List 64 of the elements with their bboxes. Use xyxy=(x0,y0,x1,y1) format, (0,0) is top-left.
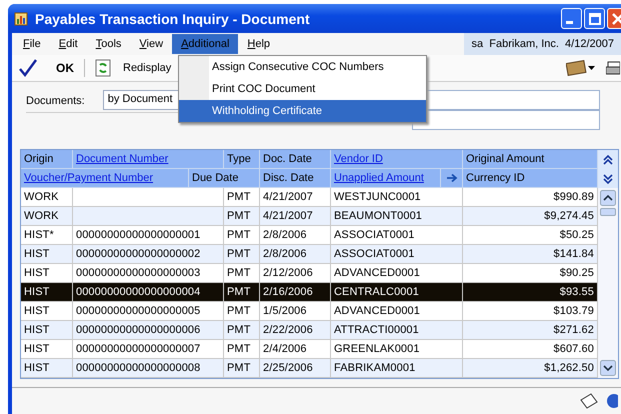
table-row[interactable]: HIST 00000000000000000006 PMT 2/22/2006 ATTRACTI00001 $271.62 xyxy=(21,321,598,340)
table-cell: 2/16/2006 xyxy=(260,283,331,302)
scrollbar[interactable] xyxy=(598,188,618,378)
printer-icon[interactable] xyxy=(604,59,621,77)
table-cell: FABRIKAM0001 xyxy=(331,359,463,378)
expand-icon[interactable] xyxy=(598,169,618,188)
table-cell: ASSOCIAT0001 xyxy=(331,245,463,264)
scroll-up-icon[interactable] xyxy=(600,190,616,206)
table-row[interactable]: HIST 00000000000000000008 PMT 2/25/2006 FABRIKAM0001 $1,262.50 xyxy=(21,359,598,378)
table-cell: HIST xyxy=(21,283,73,302)
scroll-down-icon[interactable] xyxy=(600,360,616,376)
table-cell: WORK xyxy=(21,207,73,226)
app-icon xyxy=(14,10,30,26)
arrow-icon[interactable] xyxy=(446,173,458,183)
documents-label: Documents: xyxy=(26,94,85,107)
table-cell: 00000000000000000006 xyxy=(73,321,224,340)
table-row[interactable]: HIST 00000000000000000004 PMT 2/16/2006 CENTRALC0001 $93.55 xyxy=(21,283,598,302)
help-icon[interactable] xyxy=(604,393,618,409)
table-row[interactable]: HIST 00000000000000000002 PMT 2/8/2006 ASSOCIAT0001 $141.84 xyxy=(21,245,598,264)
table-cell: CENTRALC0001 xyxy=(331,283,463,302)
menu-item[interactable]: Additional xyxy=(172,34,238,54)
table-cell: HIST xyxy=(21,321,73,340)
window-title: Payables Transaction Inquiry - Document xyxy=(35,10,311,26)
column-header[interactable]: Unapplied Amount xyxy=(331,169,441,188)
table-row[interactable]: WORK PMT 4/21/2007 BEAUMONT0001 $9,274.45 xyxy=(21,207,598,226)
close-icon xyxy=(612,12,621,24)
minimize-button[interactable] xyxy=(561,8,582,29)
menu-option[interactable]: Withholding Certificate xyxy=(179,100,426,122)
table-cell: PMT xyxy=(224,321,260,340)
maximize-icon xyxy=(588,12,600,24)
table-cell: 2/25/2006 xyxy=(260,359,331,378)
user-info: sa Fabrikam, Inc. 4/12/2007 xyxy=(464,33,621,55)
column-header[interactable]: Voucher/Payment Number xyxy=(21,169,189,188)
collapse-icon[interactable] xyxy=(598,150,618,169)
maximize-button[interactable] xyxy=(584,8,605,29)
table-cell: PMT xyxy=(224,359,260,378)
table-cell: PMT xyxy=(224,207,260,226)
menu-item[interactable]: Tools xyxy=(86,34,130,54)
menu-option[interactable]: Assign Consecutive COC Numbers xyxy=(179,56,426,78)
minimize-icon xyxy=(566,21,573,24)
checkmark-icon xyxy=(18,58,38,78)
menu-item[interactable]: Edit xyxy=(50,34,87,54)
table-cell: HIST xyxy=(21,245,73,264)
table-cell: BEAUMONT0001 xyxy=(331,207,463,226)
menu-item[interactable]: File xyxy=(14,34,50,54)
column-header: Disc. Date xyxy=(260,169,331,188)
table-cell: 00000000000000000004 xyxy=(73,283,224,302)
table-cell: PMT xyxy=(224,283,260,302)
column-header: Due Date xyxy=(189,169,260,188)
scroll-thumb[interactable] xyxy=(600,208,616,216)
table-cell: PMT xyxy=(224,245,260,264)
range-to-field[interactable] xyxy=(412,110,600,130)
redisplay-button[interactable]: Redisplay xyxy=(91,59,176,77)
table-cell: 00000000000000000008 xyxy=(73,359,224,378)
table-cell: ATTRACTI00001 xyxy=(331,321,463,340)
table-cell: HIST xyxy=(21,359,73,378)
menu-item[interactable]: View xyxy=(130,34,172,54)
table-cell: 2/22/2006 xyxy=(260,321,331,340)
table-cell: 4/21/2007 xyxy=(260,207,331,226)
menu-item[interactable]: Help xyxy=(238,34,280,54)
table-cell: 00000000000000000002 xyxy=(73,245,224,264)
refresh-icon xyxy=(95,59,111,77)
ok-button[interactable]: OK xyxy=(14,58,78,78)
table-cell: 2/8/2006 xyxy=(260,245,331,264)
